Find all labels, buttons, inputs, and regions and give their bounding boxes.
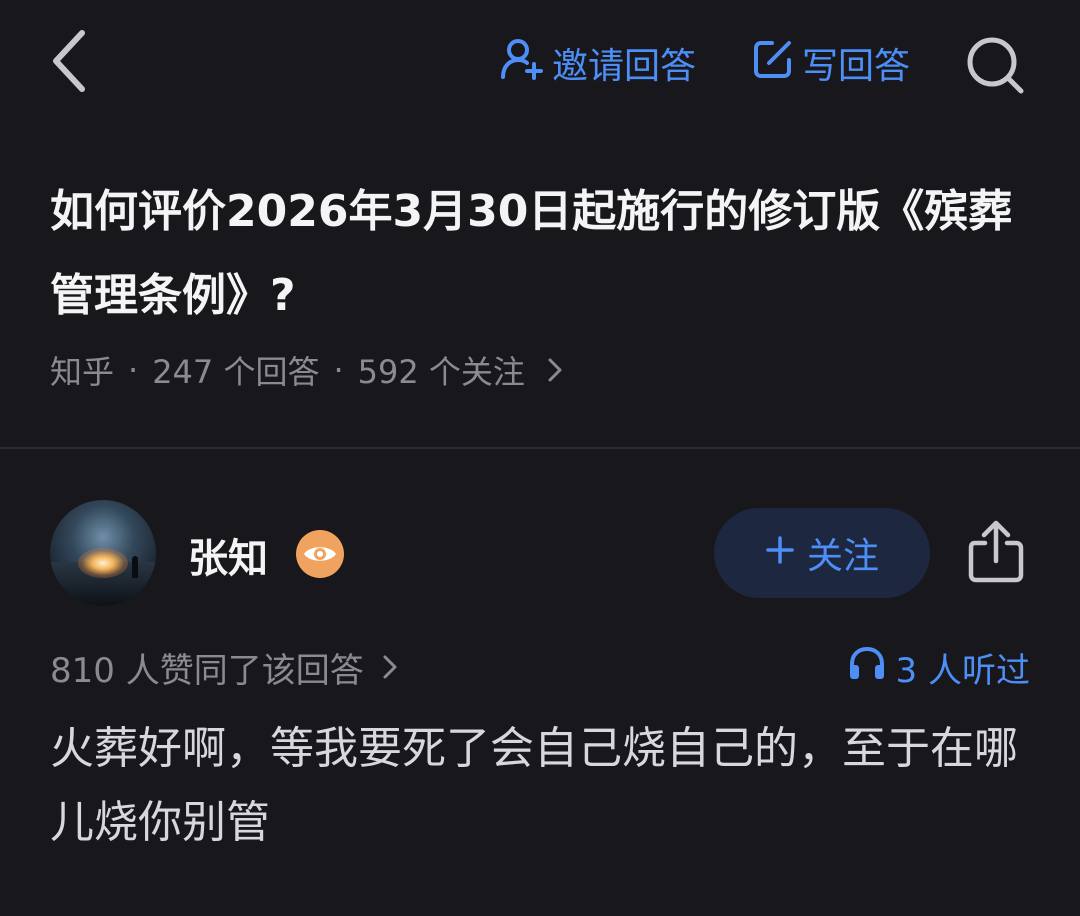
meta-separator: · [333,351,344,389]
section-divider [0,447,1080,449]
share-button[interactable] [962,516,1030,590]
edit-icon [752,38,794,89]
plus-icon [765,533,795,574]
question-source: 知乎 [50,353,115,391]
upvote-summary[interactable]: 810 人赞同了该回答 [50,640,398,694]
write-answer-label: 写回答 [802,46,911,87]
back-button[interactable] [40,28,100,98]
share-icon [967,519,1025,587]
headphones-icon [848,645,886,690]
chevron-right-icon [382,654,398,680]
follower-count: 592 个关注 [357,353,525,391]
listen-count-label: 3 人听过 [895,650,1030,691]
follow-label: 关注 [806,536,879,577]
answer-content[interactable]: 火葬好啊，等我要死了会自己烧自己的，至于在哪儿烧你别管 [50,712,1040,860]
author-name[interactable]: 张知 [188,526,268,584]
search-button[interactable] [962,34,1028,100]
invite-answer-label: 邀请回答 [552,46,697,87]
person-add-icon [500,37,544,90]
search-icon [964,34,1026,100]
chevron-left-icon [50,29,90,97]
avatar[interactable] [50,500,156,606]
top-navigation-bar: 邀请回答 写回答 [0,0,1080,130]
question-meta[interactable]: 知乎 · 247 个回答 · 592 个关注 [50,345,563,395]
chevron-right-icon [547,357,563,383]
listen-count-button[interactable]: 3 人听过 [848,640,1030,694]
question-title[interactable]: 如何评价2026年3月30日起施行的修订版《殡葬管理条例》? [50,170,1040,338]
meta-separator: · [128,351,139,389]
upvote-count: 810 人赞同了该回答 [50,650,364,691]
follow-button[interactable]: 关注 [714,508,930,598]
write-answer-button[interactable]: 写回答 [752,38,910,88]
invite-answer-button[interactable]: 邀请回答 [500,38,696,88]
answer-count: 247 个回答 [152,353,320,391]
eye-badge-icon [296,530,344,578]
